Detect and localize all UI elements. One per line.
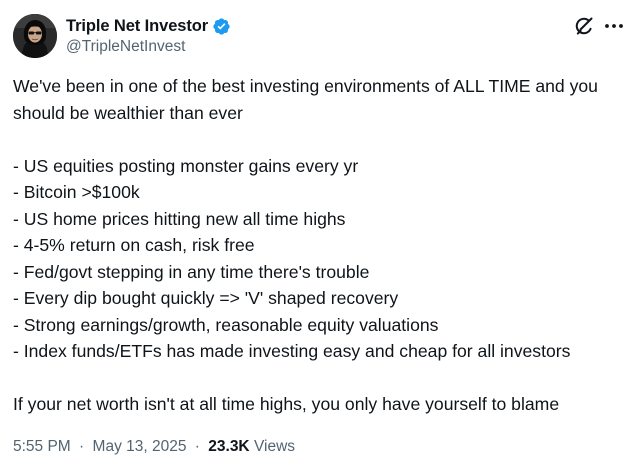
grok-icon[interactable] [573,15,595,37]
views-label: Views [253,438,296,455]
avatar[interactable] [13,14,57,58]
author-handle[interactable]: @TripleNetInvest [66,38,231,56]
list-item: - US equities posting monster gains ever… [13,155,359,176]
tweet-meta: 5:55 PM · May 13, 2025 · 23.3K Views [13,438,295,456]
list-item: - Bitcoin >$100k [13,182,140,202]
list-item: - Strong earnings/growth, reasonable equ… [13,314,439,335]
tweet-header: Triple Net Investor @TripleNetInvest [13,14,625,62]
tweet-time[interactable]: 5:55 PM [13,438,71,455]
author-info: Triple Net Investor @TripleNetInvest [66,15,231,56]
list-item: - Index funds/ETFs has made investing ea… [13,341,571,361]
tweet-text: We've been in one of the best investing … [13,73,628,418]
verified-badge-icon[interactable] [212,17,231,36]
list-item: - Fed/govt stepping in any time there's … [13,261,370,282]
tweet-closing: If your net worth isn't at all time high… [13,394,560,414]
author-display-name[interactable]: Triple Net Investor [66,17,208,36]
meta-separator: · [194,438,200,455]
views-count: 23.3K [208,438,250,455]
list-item: - Every dip bought quickly => 'V' shaped… [13,288,399,308]
display-name-row: Triple Net Investor [66,15,231,37]
tweet-date[interactable]: May 13, 2025 [93,438,187,455]
tweet-card: Triple Net Investor @TripleNetInvest We'… [0,0,639,464]
avatar-photo-icon [13,14,57,58]
list-item: - 4-5% return on cash, risk free [13,235,255,255]
meta-separator: · [79,438,85,455]
tweet-intro: We've been in one of the best investing … [13,76,598,123]
more-options-icon[interactable] [603,15,625,37]
list-item: - US home prices hitting new all time hi… [13,208,346,229]
